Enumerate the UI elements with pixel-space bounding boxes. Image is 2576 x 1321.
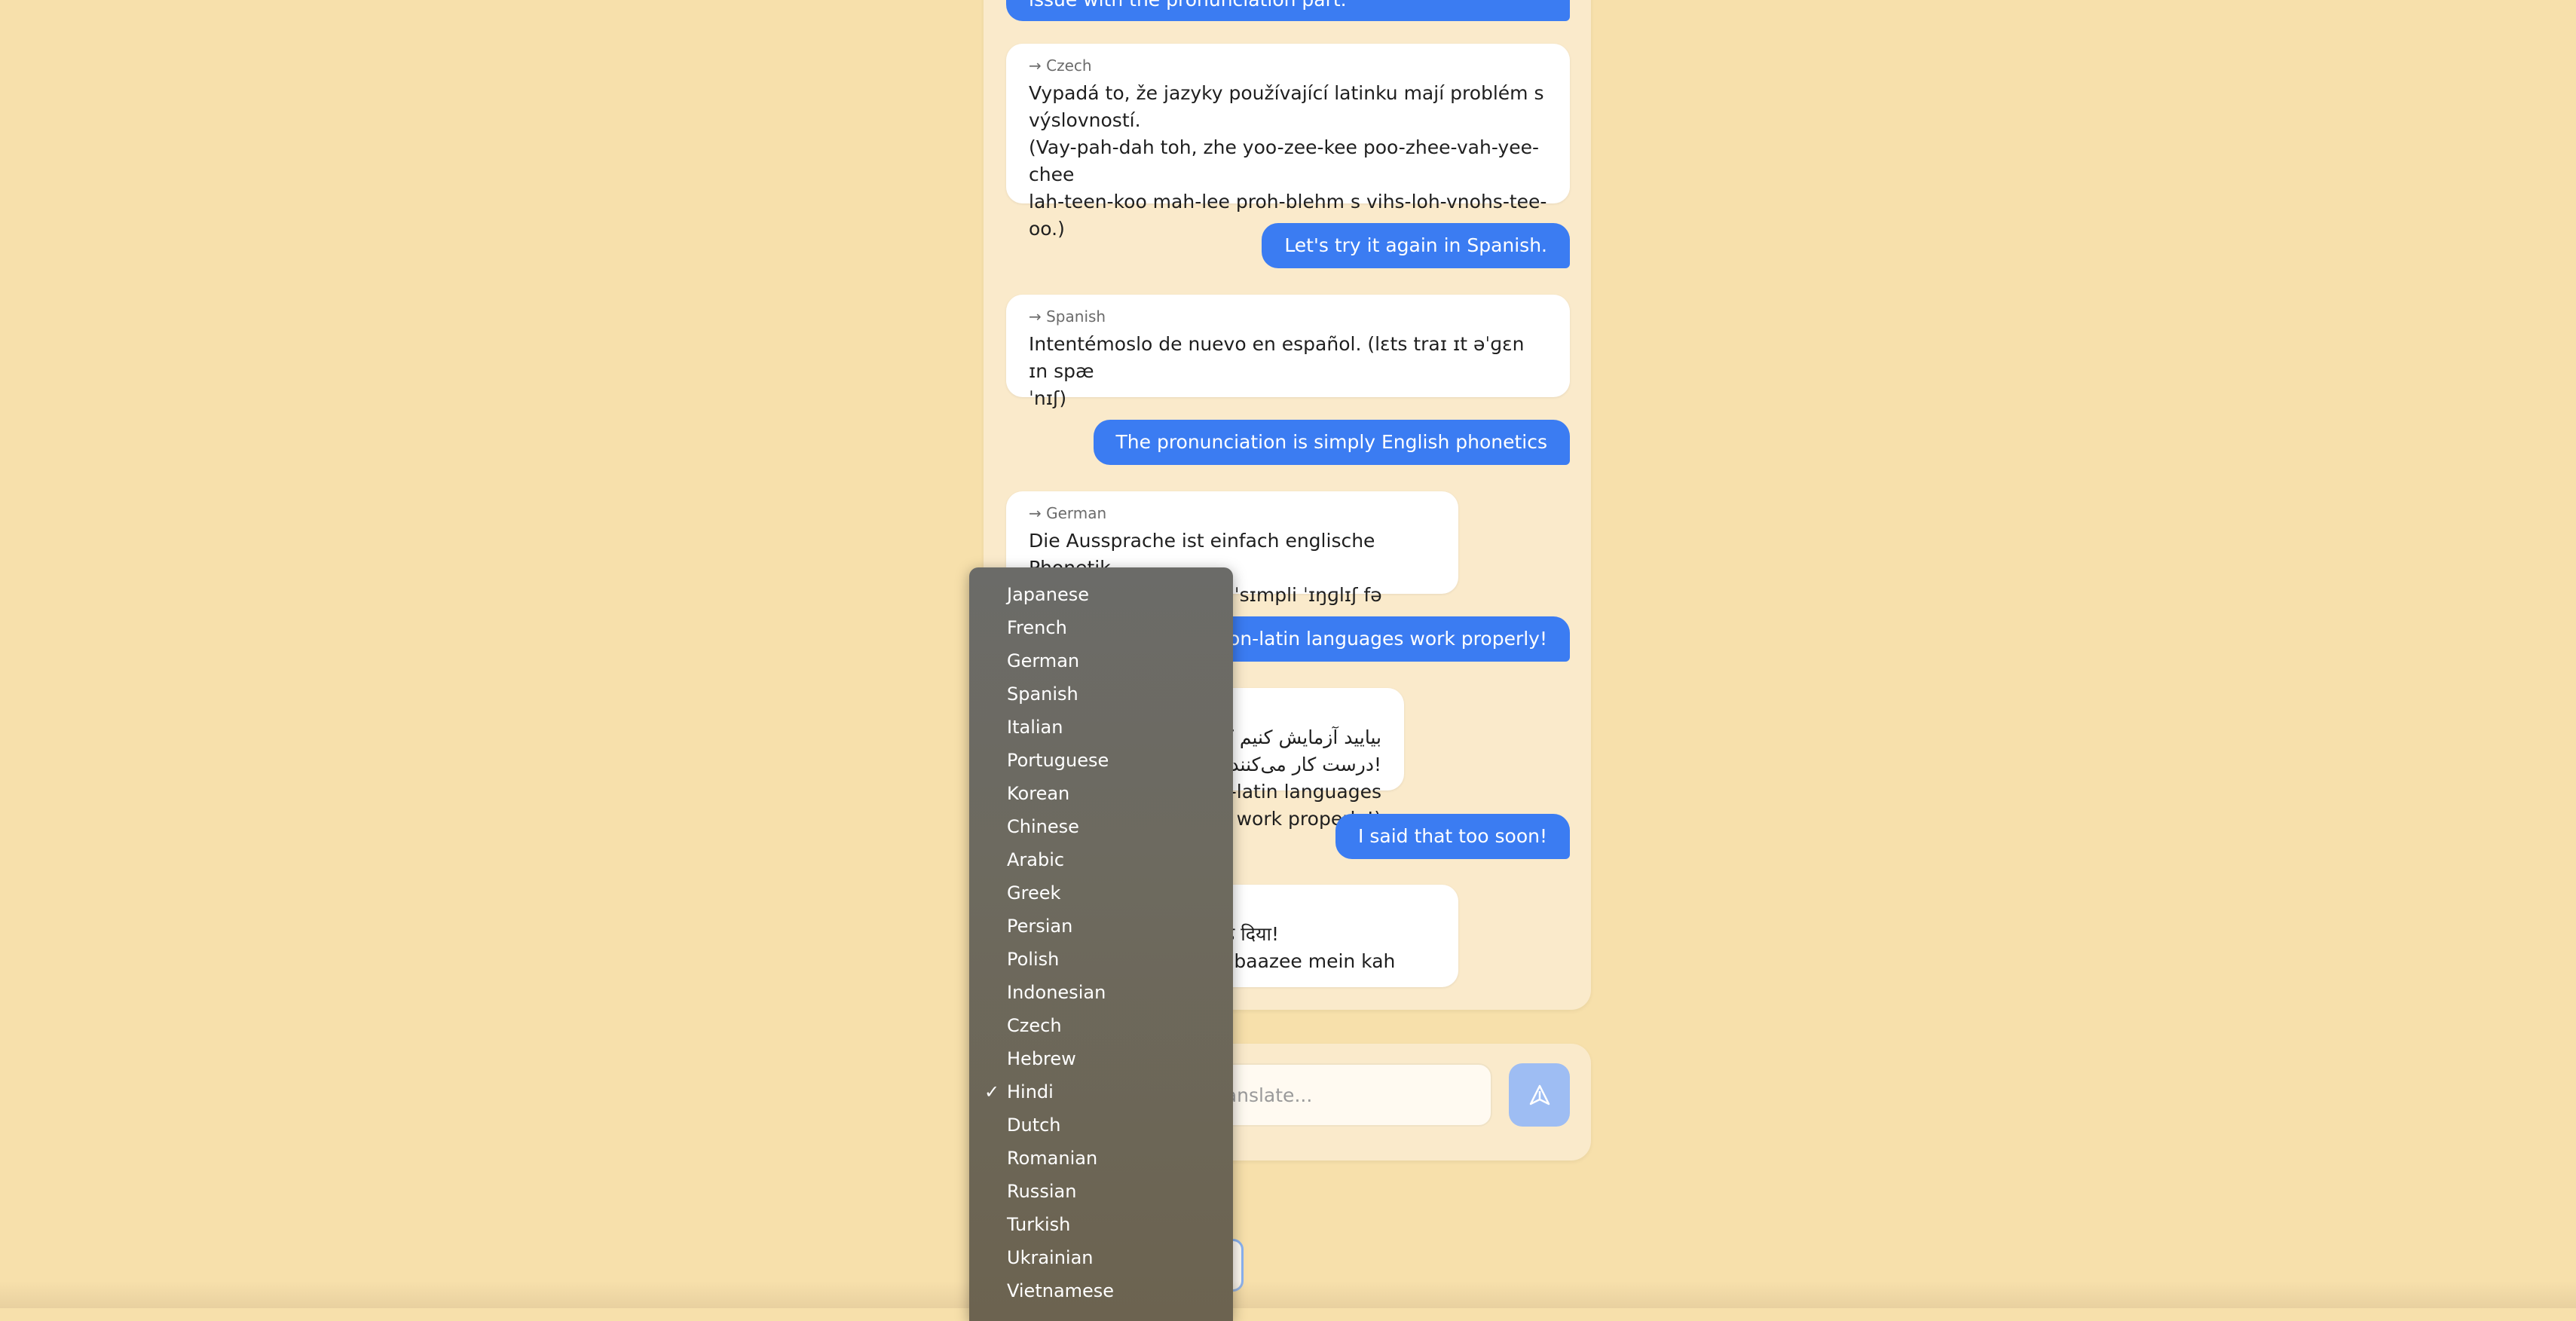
language-option-vietnamese[interactable]: Vietnamese [969,1274,1233,1307]
language-option-label: Vietnamese [1007,1280,1115,1301]
language-option-label: Hindi [1007,1081,1054,1102]
language-option-chinese[interactable]: Chinese [969,810,1233,843]
language-option-label: Spanish [1007,683,1078,705]
language-option-label: German [1007,650,1080,671]
user-message: The pronunciation is simply English phon… [1093,420,1570,465]
language-option-french[interactable]: French [969,611,1233,644]
bot-message-language: → German [1029,504,1107,522]
language-option-ukrainian[interactable]: Ukrainian [969,1241,1233,1274]
language-option-label: Czech [1007,1015,1062,1036]
language-option-label: Polish [1007,949,1060,970]
language-option-dutch[interactable]: Dutch [969,1108,1233,1142]
language-option-portuguese[interactable]: Portuguese [969,744,1233,777]
language-option-label: Arabic [1007,849,1065,870]
bot-message-text: Intentémoslo de nuevo en español. (lɛts … [1029,333,1525,409]
language-option-hindi[interactable]: ✓ Hindi [969,1075,1233,1108]
language-option-german[interactable]: German [969,644,1233,677]
language-option-korean[interactable]: Korean [969,777,1233,810]
user-message: Let's try it again in Spanish. [1262,223,1570,268]
footer-shade [0,1281,2576,1308]
language-option-label: Italian [1007,717,1063,738]
bot-message-language: → Czech [1029,57,1092,75]
language-option-label: Persian [1007,916,1073,937]
language-option-label: Dutch [1007,1115,1061,1136]
language-option-italian[interactable]: Italian [969,711,1233,744]
language-option-polish[interactable]: Polish [969,943,1233,976]
language-option-persian[interactable]: Persian [969,910,1233,943]
language-option-label: Indonesian [1007,982,1106,1003]
language-option-label: Russian [1007,1181,1077,1202]
language-option-label: Portuguese [1007,750,1109,771]
language-option-hebrew[interactable]: Hebrew [969,1042,1233,1075]
send-arrow-icon [1529,1084,1550,1105]
language-option-arabic[interactable]: Arabic [969,843,1233,876]
send-button[interactable] [1509,1063,1570,1127]
bot-message: → Spanish Intentémoslo de nuevo en españ… [1006,295,1570,409]
language-option-czech[interactable]: Czech [969,1009,1233,1042]
language-option-romanian[interactable]: Romanian [969,1142,1233,1175]
language-option-label: Greek [1007,882,1061,904]
user-message: I said that too soon! [1335,814,1570,859]
language-dropdown[interactable]: Japanese French German Spanish Italian Portug… [969,567,1233,1321]
language-option-turkish[interactable]: Turkish [969,1208,1233,1241]
language-option-label: Romanian [1007,1148,1098,1169]
language-option-label: Hebrew [1007,1048,1076,1069]
user-message: issue with the pronunciation part. [1006,0,1570,21]
language-option-indonesian[interactable]: Indonesian [969,976,1233,1009]
language-option-label: French [1007,617,1067,638]
language-option-label: Korean [1007,783,1070,804]
bot-message: → Czech Vypadá to, že jazyky používající… [1006,44,1570,240]
language-option-label: Japanese [1007,584,1089,605]
language-option-greek[interactable]: Greek [969,876,1233,910]
bot-message-language: → Spanish [1029,307,1106,326]
language-option-label: Ukrainian [1007,1247,1094,1268]
language-option-label: Turkish [1007,1214,1071,1235]
language-option-label: Chinese [1007,816,1079,837]
language-option-russian[interactable]: Russian [969,1175,1233,1208]
bot-message-text: Vypadá to, že jazyky používající latinku… [1029,82,1547,240]
checkmark-icon: ✓ [984,1081,1000,1102]
language-option-spanish[interactable]: Spanish [969,677,1233,711]
language-option-japanese[interactable]: Japanese [969,578,1233,611]
